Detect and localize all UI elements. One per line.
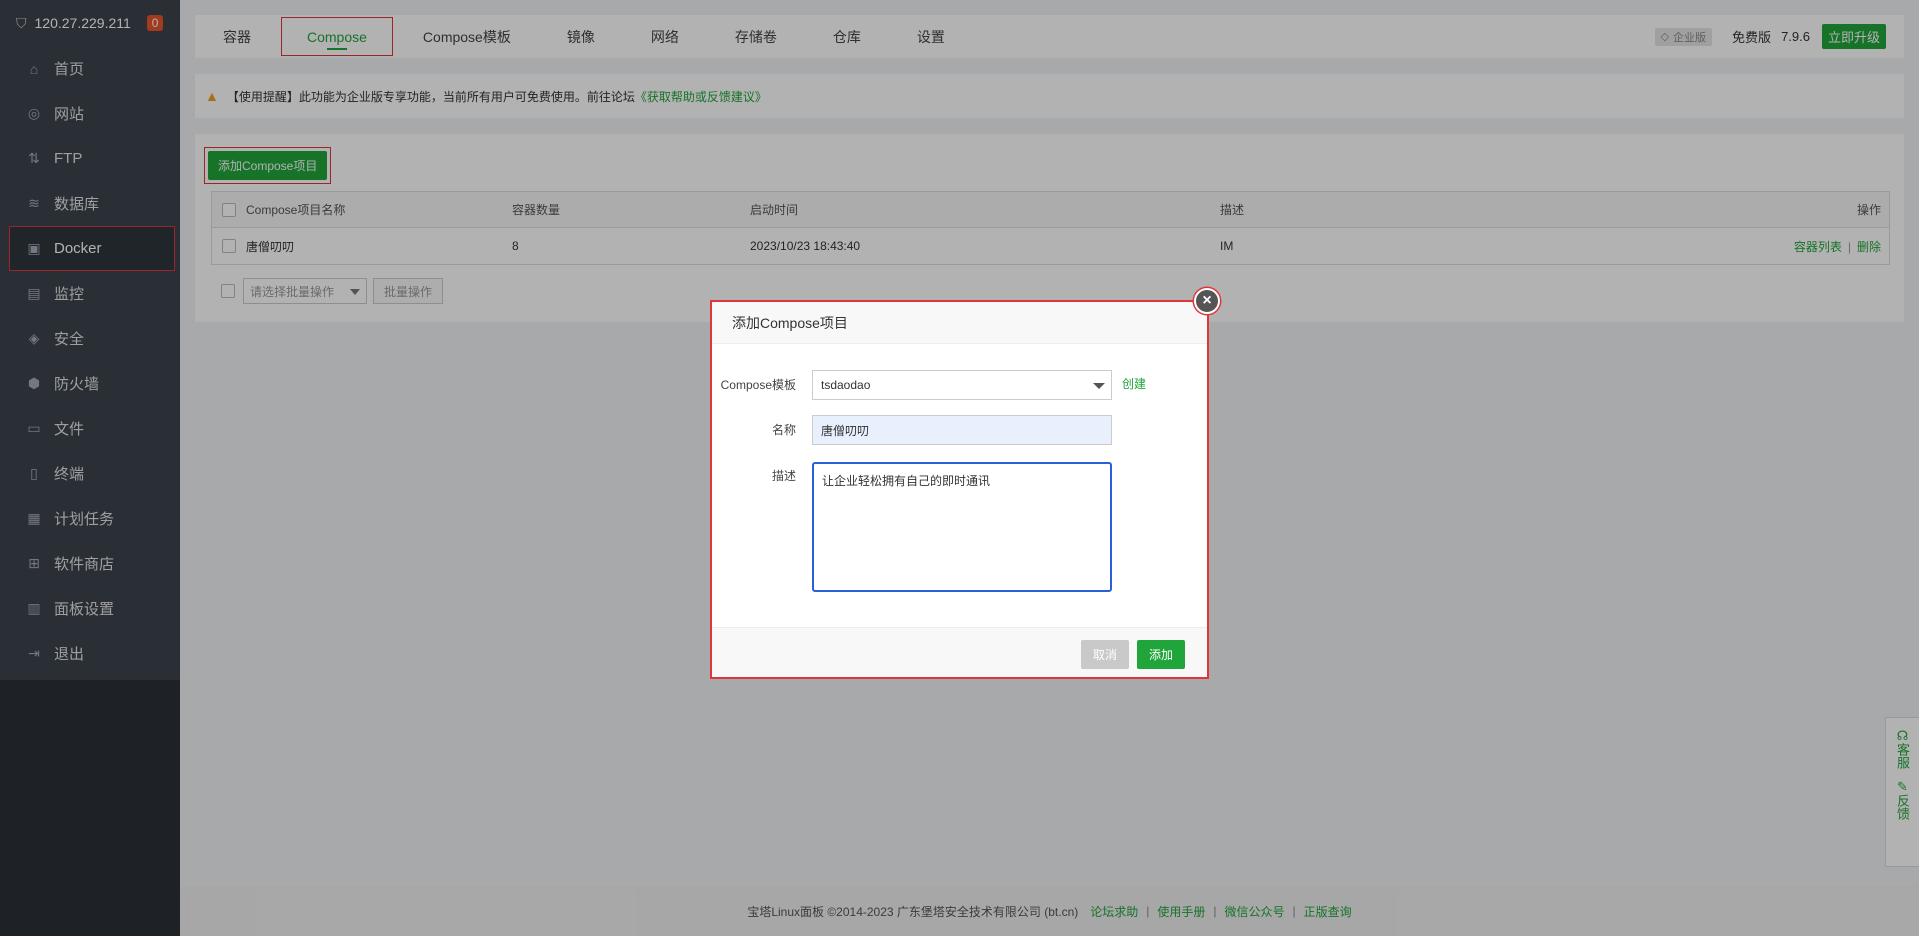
dialog-title: 添加Compose项目 (712, 302, 1207, 344)
desc-label: 描述 (771, 469, 796, 483)
template-row: Compose模板 tsdaodao 创建 (712, 370, 1146, 400)
add-button[interactable]: 添加 (1136, 640, 1185, 669)
cancel-button[interactable]: 取消 (1080, 640, 1129, 669)
chevron-down-icon (1093, 383, 1105, 389)
desc-textarea[interactable]: 让企业轻松拥有自己的即时通讯 (812, 462, 1112, 592)
template-value: tsdaodao (821, 378, 871, 392)
name-row: 名称 唐僧叨叨 (712, 415, 1112, 445)
template-label: Compose模板 (720, 378, 796, 392)
create-template-link[interactable]: 创建 (1122, 370, 1146, 398)
add-compose-dialog: 添加Compose项目 × Compose模板 tsdaodao 创建 名称 唐… (710, 288, 1220, 679)
close-icon[interactable]: × (1194, 288, 1220, 314)
name-label: 名称 (771, 423, 796, 437)
dialog-footer: 取消 添加 (712, 627, 1207, 677)
name-input[interactable]: 唐僧叨叨 (812, 415, 1112, 445)
desc-row: 描述 让企业轻松拥有自己的即时通讯 (712, 462, 1112, 592)
template-select[interactable]: tsdaodao (812, 370, 1112, 400)
